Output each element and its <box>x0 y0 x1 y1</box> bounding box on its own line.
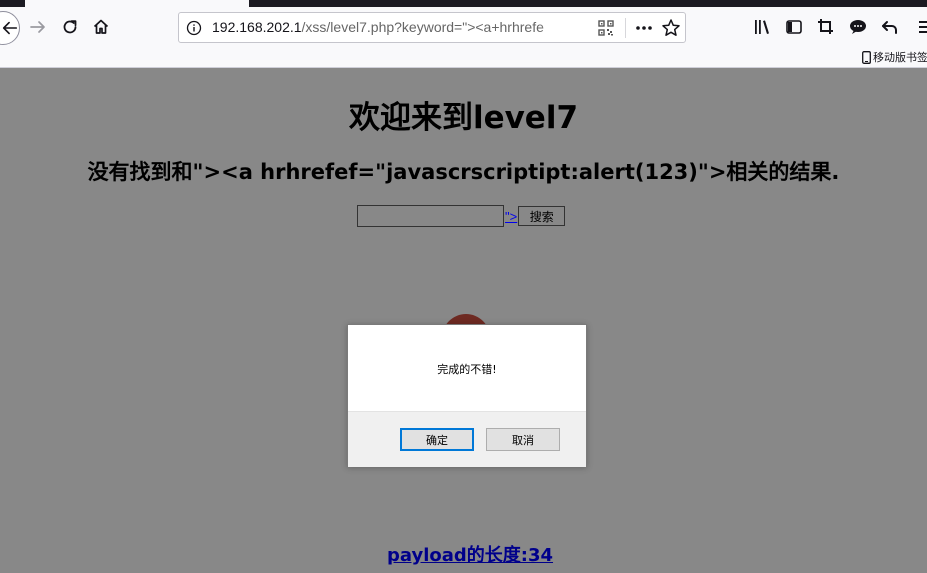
dialog-message: 完成的不错! <box>437 363 497 376</box>
bookmarks-toolbar <box>0 49 927 68</box>
mobile-bookmarks-label: 移动版书签 <box>873 51 927 64</box>
search-result-text: 没有找到和"><a hrhrefef="javascrscriptipt:ale… <box>87 160 840 184</box>
url-path: /xss/level7.php?keyword="><a+hrhrefe <box>301 19 544 35</box>
reload-icon <box>63 20 77 34</box>
tab-strip <box>0 0 927 7</box>
alert-dialog: 完成的不错! 确定 取消 <box>347 324 587 467</box>
home-icon <box>93 19 109 34</box>
forward-button[interactable] <box>27 16 49 38</box>
cancel-button[interactable]: 取消 <box>486 428 560 451</box>
home-button[interactable] <box>90 16 112 38</box>
more-actions-icon[interactable] <box>634 19 654 37</box>
reload-button[interactable] <box>59 16 81 38</box>
search-button[interactable]: 搜索 <box>518 206 566 226</box>
ok-button[interactable]: 确定 <box>400 428 474 451</box>
urlbar-separator <box>625 18 626 38</box>
screenshot-crop-icon[interactable] <box>816 17 836 37</box>
url-bar[interactable]: 192.168.202.1/xss/level7.php?keyword="><… <box>178 12 686 43</box>
sidebar-icon[interactable] <box>784 17 804 37</box>
menu-icon[interactable] <box>917 17 927 37</box>
search-input[interactable] <box>357 205 504 227</box>
payload-length-link[interactable]: payload的长度:34 <box>387 541 553 567</box>
library-icon[interactable] <box>752 17 772 37</box>
undo-arrow-icon[interactable] <box>880 17 900 37</box>
arrow-right-icon <box>30 21 45 33</box>
injected-link[interactable]: "> <box>505 209 517 224</box>
url-text[interactable]: 192.168.202.1/xss/level7.php?keyword="><… <box>212 19 567 37</box>
url-fade <box>539 17 569 39</box>
page-title: 欢迎来到level7 <box>348 100 579 136</box>
dialog-footer: 确定 取消 <box>348 411 586 467</box>
mobile-bookmarks[interactable]: 移动版书签 <box>862 49 927 65</box>
qr-code-icon[interactable] <box>598 20 614 36</box>
url-host: 192.168.202.1 <box>212 19 302 35</box>
arrow-left-icon <box>2 21 18 35</box>
bookmark-star-icon[interactable] <box>661 18 681 38</box>
info-icon[interactable] <box>186 20 202 36</box>
mobile-phone-icon <box>862 50 871 64</box>
search-form: "> 搜索 <box>357 205 566 227</box>
chat-bubble-icon[interactable] <box>848 17 868 37</box>
active-tab[interactable] <box>25 0 249 7</box>
